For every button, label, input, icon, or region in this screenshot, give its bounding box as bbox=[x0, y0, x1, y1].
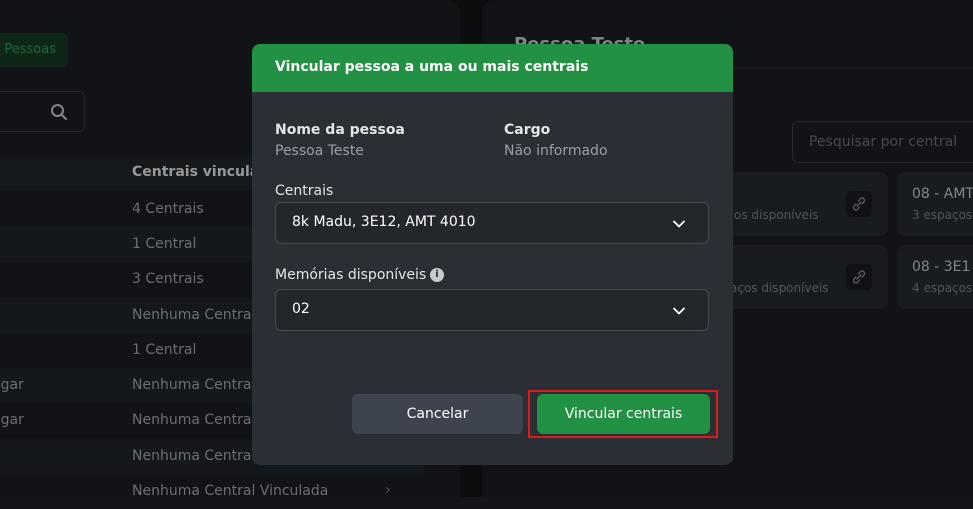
highlight-box bbox=[528, 390, 718, 438]
memories-select[interactable]: 02 bbox=[275, 289, 709, 331]
info-icon[interactable]: i bbox=[430, 268, 444, 282]
memories-select-value: 02 bbox=[292, 301, 310, 317]
person-name-value: Pessoa Teste bbox=[275, 143, 364, 159]
chevron-down-icon[interactable] bbox=[672, 217, 686, 231]
role-value: Não informado bbox=[504, 143, 608, 159]
role-label: Cargo bbox=[504, 122, 551, 138]
modal-header: Vincular pessoa a uma ou mais centrais bbox=[252, 44, 733, 92]
centrals-label: Centrais bbox=[275, 183, 334, 199]
centrals-select[interactable]: 8k Madu, 3E12, AMT 4010 bbox=[275, 202, 709, 244]
cancel-button[interactable]: Cancelar bbox=[352, 394, 523, 434]
memories-label: Memórias disponíveis bbox=[275, 267, 427, 283]
chevron-down-icon[interactable] bbox=[672, 304, 686, 318]
modal-title: Vincular pessoa a uma ou mais centrais bbox=[275, 59, 589, 75]
centrals-select-value: 8k Madu, 3E12, AMT 4010 bbox=[292, 214, 476, 230]
person-name-label: Nome da pessoa bbox=[275, 122, 405, 138]
